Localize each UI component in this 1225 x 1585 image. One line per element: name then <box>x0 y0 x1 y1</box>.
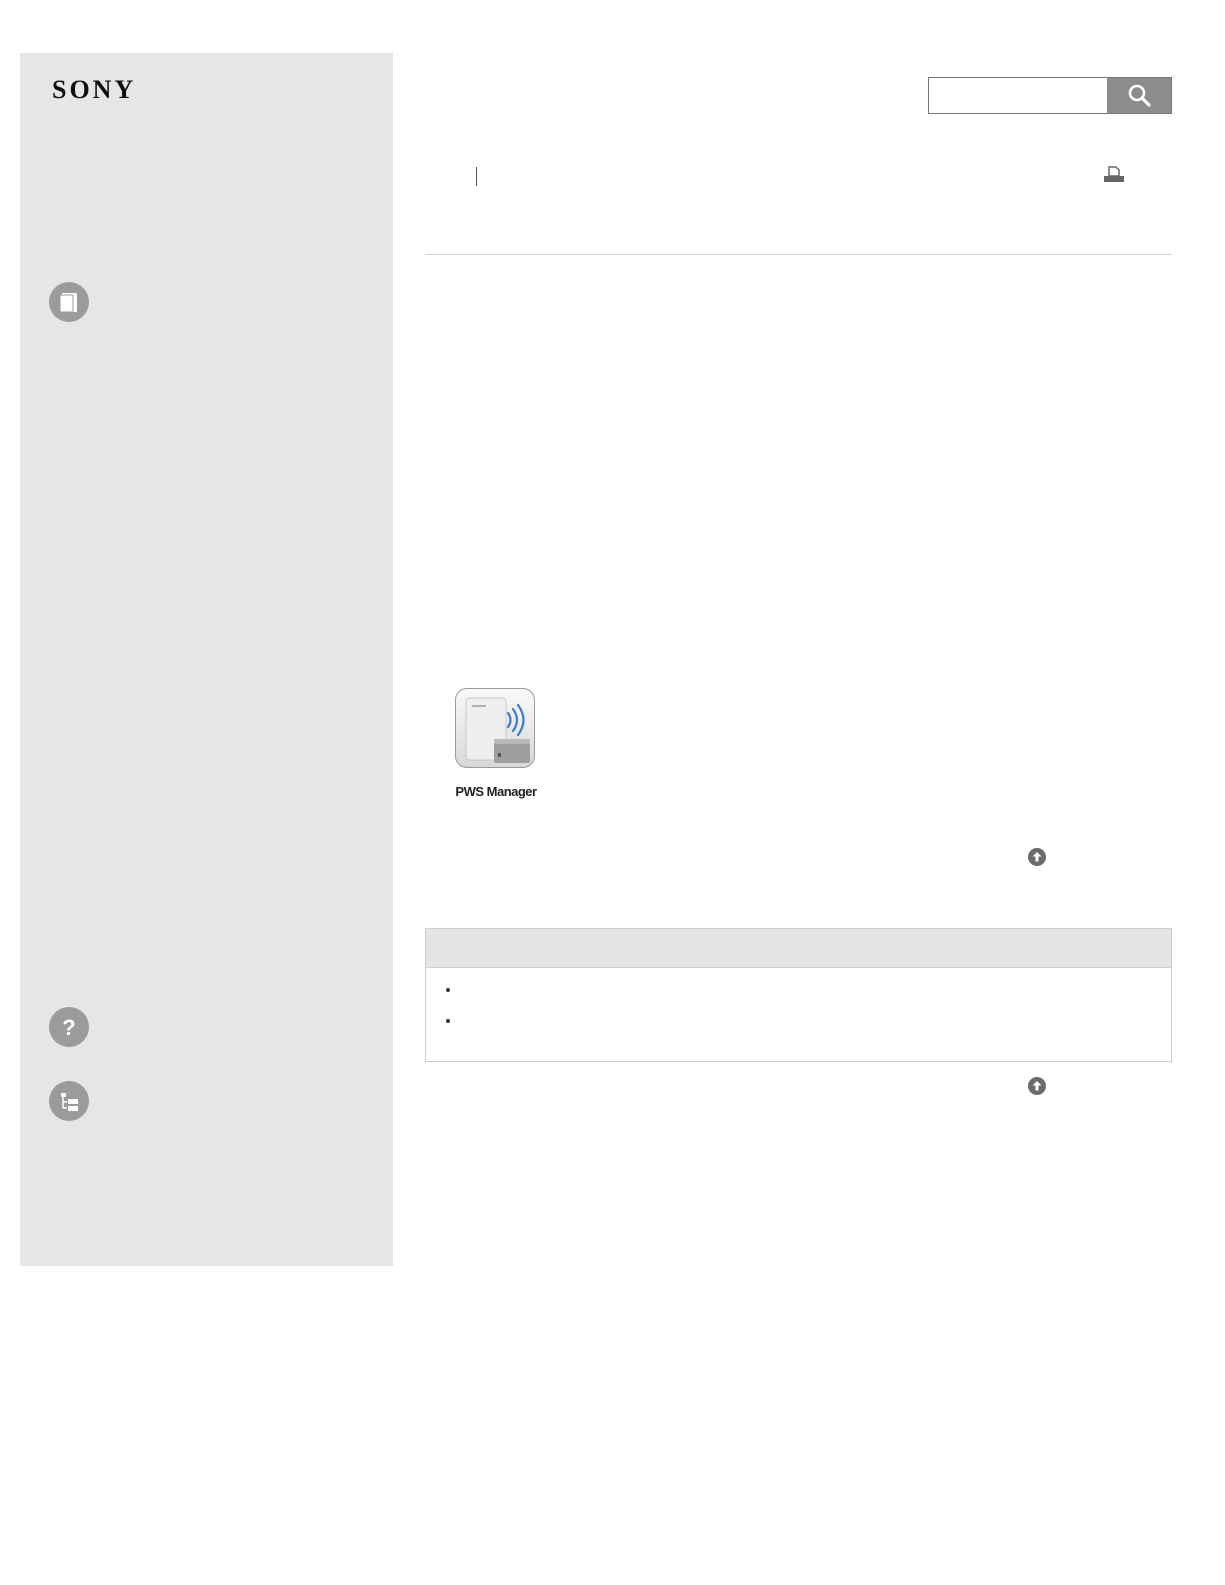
related-topics-header <box>426 929 1171 968</box>
back-to-top-icon[interactable] <box>1028 1077 1046 1095</box>
header-divider <box>425 254 1172 255</box>
breadcrumb-divider <box>476 167 477 186</box>
list-item-bullet <box>446 988 450 992</box>
search-button[interactable] <box>1107 78 1171 113</box>
site-map-icon[interactable] <box>49 1081 89 1121</box>
sony-logo[interactable]: SONY <box>52 75 136 105</box>
search-box <box>928 77 1172 114</box>
help-question-icon[interactable]: ? <box>49 1007 89 1047</box>
pws-manager-app-icon <box>455 688 535 768</box>
manual-book-icon[interactable] <box>49 282 89 322</box>
printer-icon[interactable] <box>1103 166 1125 186</box>
search-icon <box>1128 84 1151 107</box>
back-to-top-icon[interactable] <box>1028 848 1046 866</box>
sidebar: SONY ? <box>20 53 393 1266</box>
app-label: PWS Manager <box>455 784 537 799</box>
list-item-bullet <box>446 1019 450 1023</box>
related-topics-box <box>425 928 1172 1062</box>
svg-text:?: ? <box>62 1015 75 1040</box>
search-input[interactable] <box>929 78 1107 113</box>
